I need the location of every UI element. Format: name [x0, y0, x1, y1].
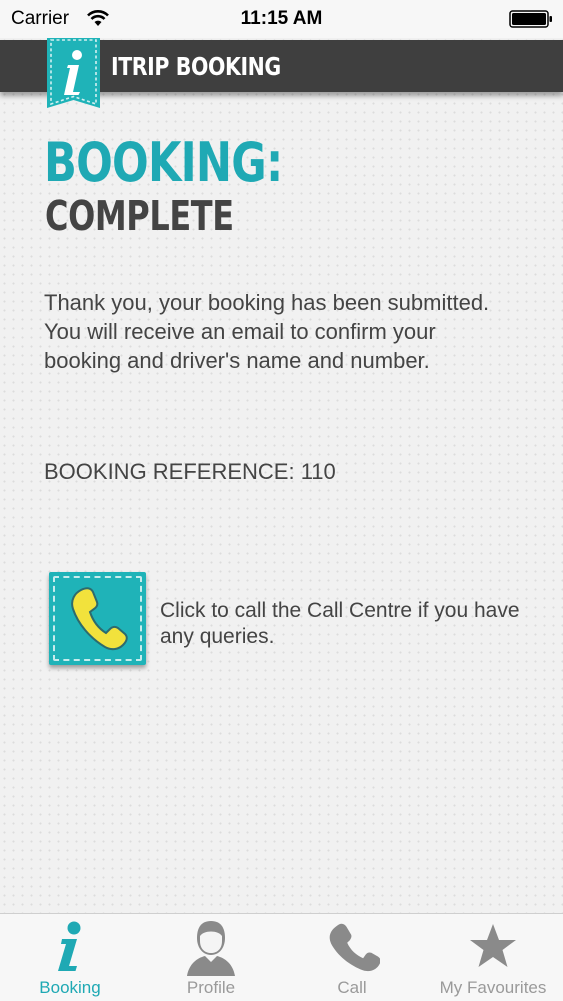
tab-bar: Booking Profile Call My Favourites	[0, 913, 563, 1001]
info-i-icon	[47, 38, 100, 108]
tab-booking[interactable]: Booking	[0, 914, 140, 1001]
tab-profile[interactable]: Profile	[141, 914, 281, 1001]
phone-icon	[71, 587, 128, 651]
person-icon	[187, 921, 235, 976]
confirmation-message: Thank you, your booking has been submitt…	[44, 290, 490, 373]
call-centre-text: Click to call the Call Centre if you hav…	[160, 599, 520, 648]
tab-call[interactable]: Call	[282, 914, 422, 1001]
page-title: BOOKING:	[44, 131, 283, 194]
tab-label: Booking	[39, 978, 101, 997]
booking-reference: BOOKING REFERENCE: 110	[44, 459, 336, 484]
status-bar: Carrier 11:15 AM	[0, 0, 563, 38]
tab-label: Call	[337, 978, 367, 997]
page-subtitle: COMPLETE	[45, 192, 234, 240]
status-time: 11:15 AM	[240, 8, 323, 29]
tab-label: My Favourites	[439, 978, 547, 997]
call-centre-button[interactable]	[49, 572, 146, 665]
star-icon	[470, 924, 516, 967]
tab-my-favourites[interactable]: My Favourites	[423, 914, 563, 1001]
info-i-icon	[58, 921, 81, 971]
app-title: ITRIP BOOKING	[111, 52, 281, 81]
phone-icon	[329, 923, 380, 972]
tab-label: Profile	[186, 978, 236, 997]
battery-icon	[509, 10, 552, 28]
